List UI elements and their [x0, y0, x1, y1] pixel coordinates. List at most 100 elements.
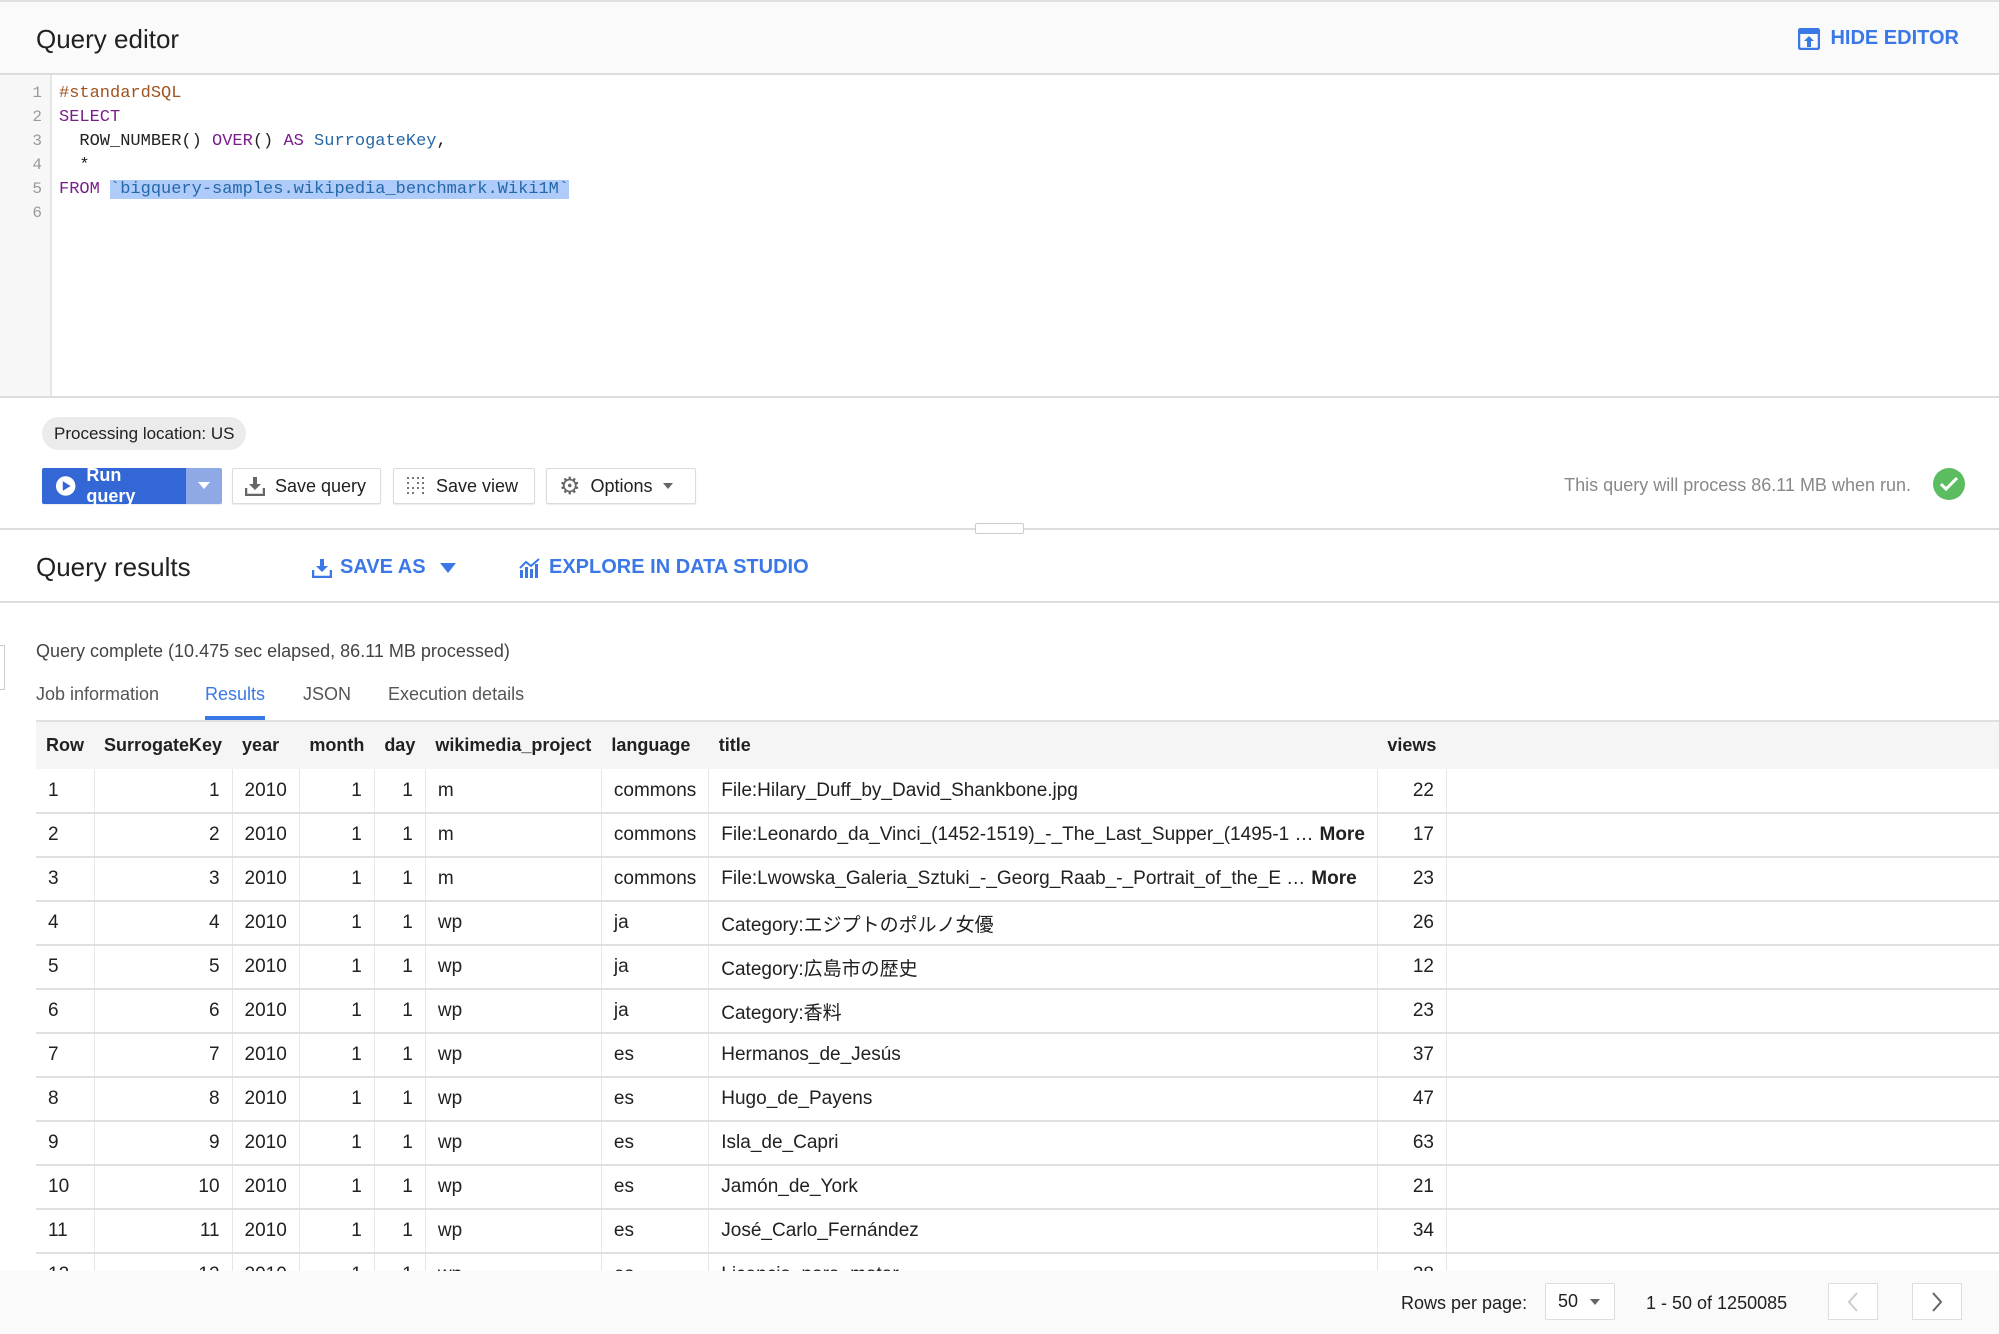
explore-data-studio-button[interactable]: EXPLORE IN DATA STUDIO: [519, 556, 809, 579]
column-header-language: language: [611, 735, 691, 755]
options-button[interactable]: ⚙ Options: [546, 468, 696, 504]
code-line: SELECT: [59, 108, 120, 127]
cell-wikimedia_project: wp: [425, 1077, 602, 1122]
side-panel-toggle[interactable]: [0, 645, 5, 690]
cell-text: wp: [437, 1044, 463, 1065]
cell-text: File:Hilary_Duff_by_David_Shankbone.jpg: [721, 779, 1078, 801]
header-filler: [1446, 721, 1999, 769]
cell-text: 22: [1412, 779, 1434, 801]
cell-language: es: [601, 1077, 710, 1122]
cell-row: 5: [36, 945, 95, 990]
cell-text: 1: [351, 1220, 362, 1241]
caret-down-icon: [1590, 1298, 1601, 1305]
cell-text: Hermanos_de_Jesús: [721, 1044, 901, 1065]
download-icon: [245, 477, 265, 496]
cell-text: 2010: [244, 1044, 287, 1065]
cell-text: es: [614, 1264, 634, 1271]
cell-row: 10: [36, 1165, 95, 1210]
cell-text: 1: [402, 868, 413, 889]
chevron-right-icon: [1932, 1291, 1943, 1312]
line-number: 4: [32, 156, 42, 174]
table-row: 1 1 2010 1 1 m commons File:Hilary_Duff_by_Davi…: [36, 769, 1999, 814]
cell-text: commons: [613, 824, 697, 845]
prev-page-button[interactable]: [1828, 1283, 1878, 1320]
cell-text: Category:エジプトのポルノ女優: [721, 914, 994, 936]
tab-job-information[interactable]: Job information: [36, 684, 159, 720]
save-as-button[interactable]: SAVE AS: [312, 556, 456, 579]
save-query-button[interactable]: Save query: [232, 468, 381, 504]
cell-title: File:Leonardo_da_Vinci_(1452-1519)_-_The…: [708, 813, 1378, 858]
code-text: ,: [436, 132, 447, 151]
cell-text: 1: [402, 956, 413, 977]
cell-month: 1: [299, 1077, 375, 1122]
cell-language: es: [601, 1253, 710, 1271]
table-row: 7 7 2010 1 1 wp es Hermanos_de_Jesús 37: [36, 1033, 1999, 1078]
cell-text: 1: [402, 1132, 413, 1153]
cell-text: Isla_de_Capri: [721, 1132, 839, 1153]
cell-views: 47: [1377, 1077, 1447, 1122]
cell-text: 1: [402, 1264, 413, 1271]
cell-text: 1: [351, 1088, 362, 1109]
table-row: 5 5 2010 1 1 wp ja Category:広島市の歴史 12: [36, 945, 1999, 990]
tab-json[interactable]: JSON: [303, 684, 351, 720]
cell-year: 2010: [232, 945, 300, 990]
cell-text: ja: [613, 912, 629, 933]
page-range: 1 - 50 of 1250085: [1646, 1293, 1788, 1313]
cell-text: 2010: [244, 1220, 287, 1241]
pagination-footer: Rows per page: 50 1 - 50 of 1250085: [0, 1271, 1999, 1334]
more-link[interactable]: More: [1320, 824, 1365, 845]
cell-row: 7: [36, 1033, 95, 1078]
save-view-button[interactable]: Save view: [393, 468, 535, 504]
more-link[interactable]: More: [1311, 868, 1356, 889]
cell-text: es: [613, 1220, 634, 1241]
code-text: *: [59, 156, 90, 175]
cell-wikimedia_project: wp: [425, 1033, 602, 1078]
rows-per-page-select[interactable]: 50: [1545, 1283, 1615, 1320]
caret-down-icon: [662, 483, 673, 489]
valid-check-icon: [1933, 468, 1965, 500]
cell-text: 6: [208, 1000, 220, 1021]
cell-text: 1: [402, 779, 413, 801]
run-query-dropdown[interactable]: [186, 468, 222, 504]
cell-language: commons: [601, 857, 710, 902]
code-text: (): [252, 132, 284, 151]
query-status: Query complete (10.475 sec elapsed, 86.1…: [36, 641, 510, 661]
cell-wikimedia_project: m: [425, 769, 602, 814]
cell-text: 3: [48, 868, 59, 889]
cell-text: 1: [402, 912, 413, 933]
cell-text: m: [437, 779, 454, 801]
column-header-row: Row: [46, 735, 84, 755]
cell-text: 10: [198, 1176, 220, 1197]
cell-surrogatekey: 11: [94, 1209, 233, 1254]
run-query-button[interactable]: Run query: [42, 465, 186, 506]
cell-text: Hugo_de_Payens: [721, 1088, 873, 1109]
cell-text: Licencia_para_matar: [721, 1264, 898, 1271]
cell-text: 2: [208, 824, 220, 845]
row-filler: [1446, 1121, 1999, 1166]
gear-icon: ⚙: [559, 472, 581, 500]
tab-execution-details[interactable]: Execution details: [388, 684, 524, 720]
cell-surrogatekey: 6: [94, 989, 233, 1034]
cell-text: wp: [437, 956, 463, 977]
tab-results[interactable]: Results: [205, 684, 266, 720]
next-page-button[interactable]: [1912, 1283, 1962, 1320]
query-estimate: This query will process 86.11 MB when ru…: [1564, 475, 1911, 495]
processing-location-chip[interactable]: Processing location: US: [42, 417, 247, 450]
cell-text: 1: [351, 1176, 362, 1197]
cell-year: 2010: [232, 1165, 300, 1210]
cell-text: 37: [1412, 1044, 1434, 1065]
sql-editor[interactable]: 1 2 3 4 5 6 #standardSQL SELECT ROW_NUMB…: [0, 75, 1999, 398]
cell-text: 11: [48, 1220, 68, 1241]
cell-month: 1: [299, 1253, 375, 1271]
hide-editor-button[interactable]: HIDE EDITOR: [1798, 27, 1959, 50]
cell-text: 2010: [244, 868, 287, 889]
cell-row: 9: [36, 1121, 95, 1166]
cell-text: 10: [48, 1176, 70, 1197]
cell-text: wp: [437, 912, 463, 933]
cell-text: 9: [208, 1132, 220, 1153]
cell-text: wp: [437, 1176, 463, 1197]
cell-text: 1: [402, 1220, 413, 1241]
cell-text: 1: [48, 779, 59, 801]
row-filler: [1446, 857, 1999, 902]
results-title: Query results: [36, 552, 191, 582]
